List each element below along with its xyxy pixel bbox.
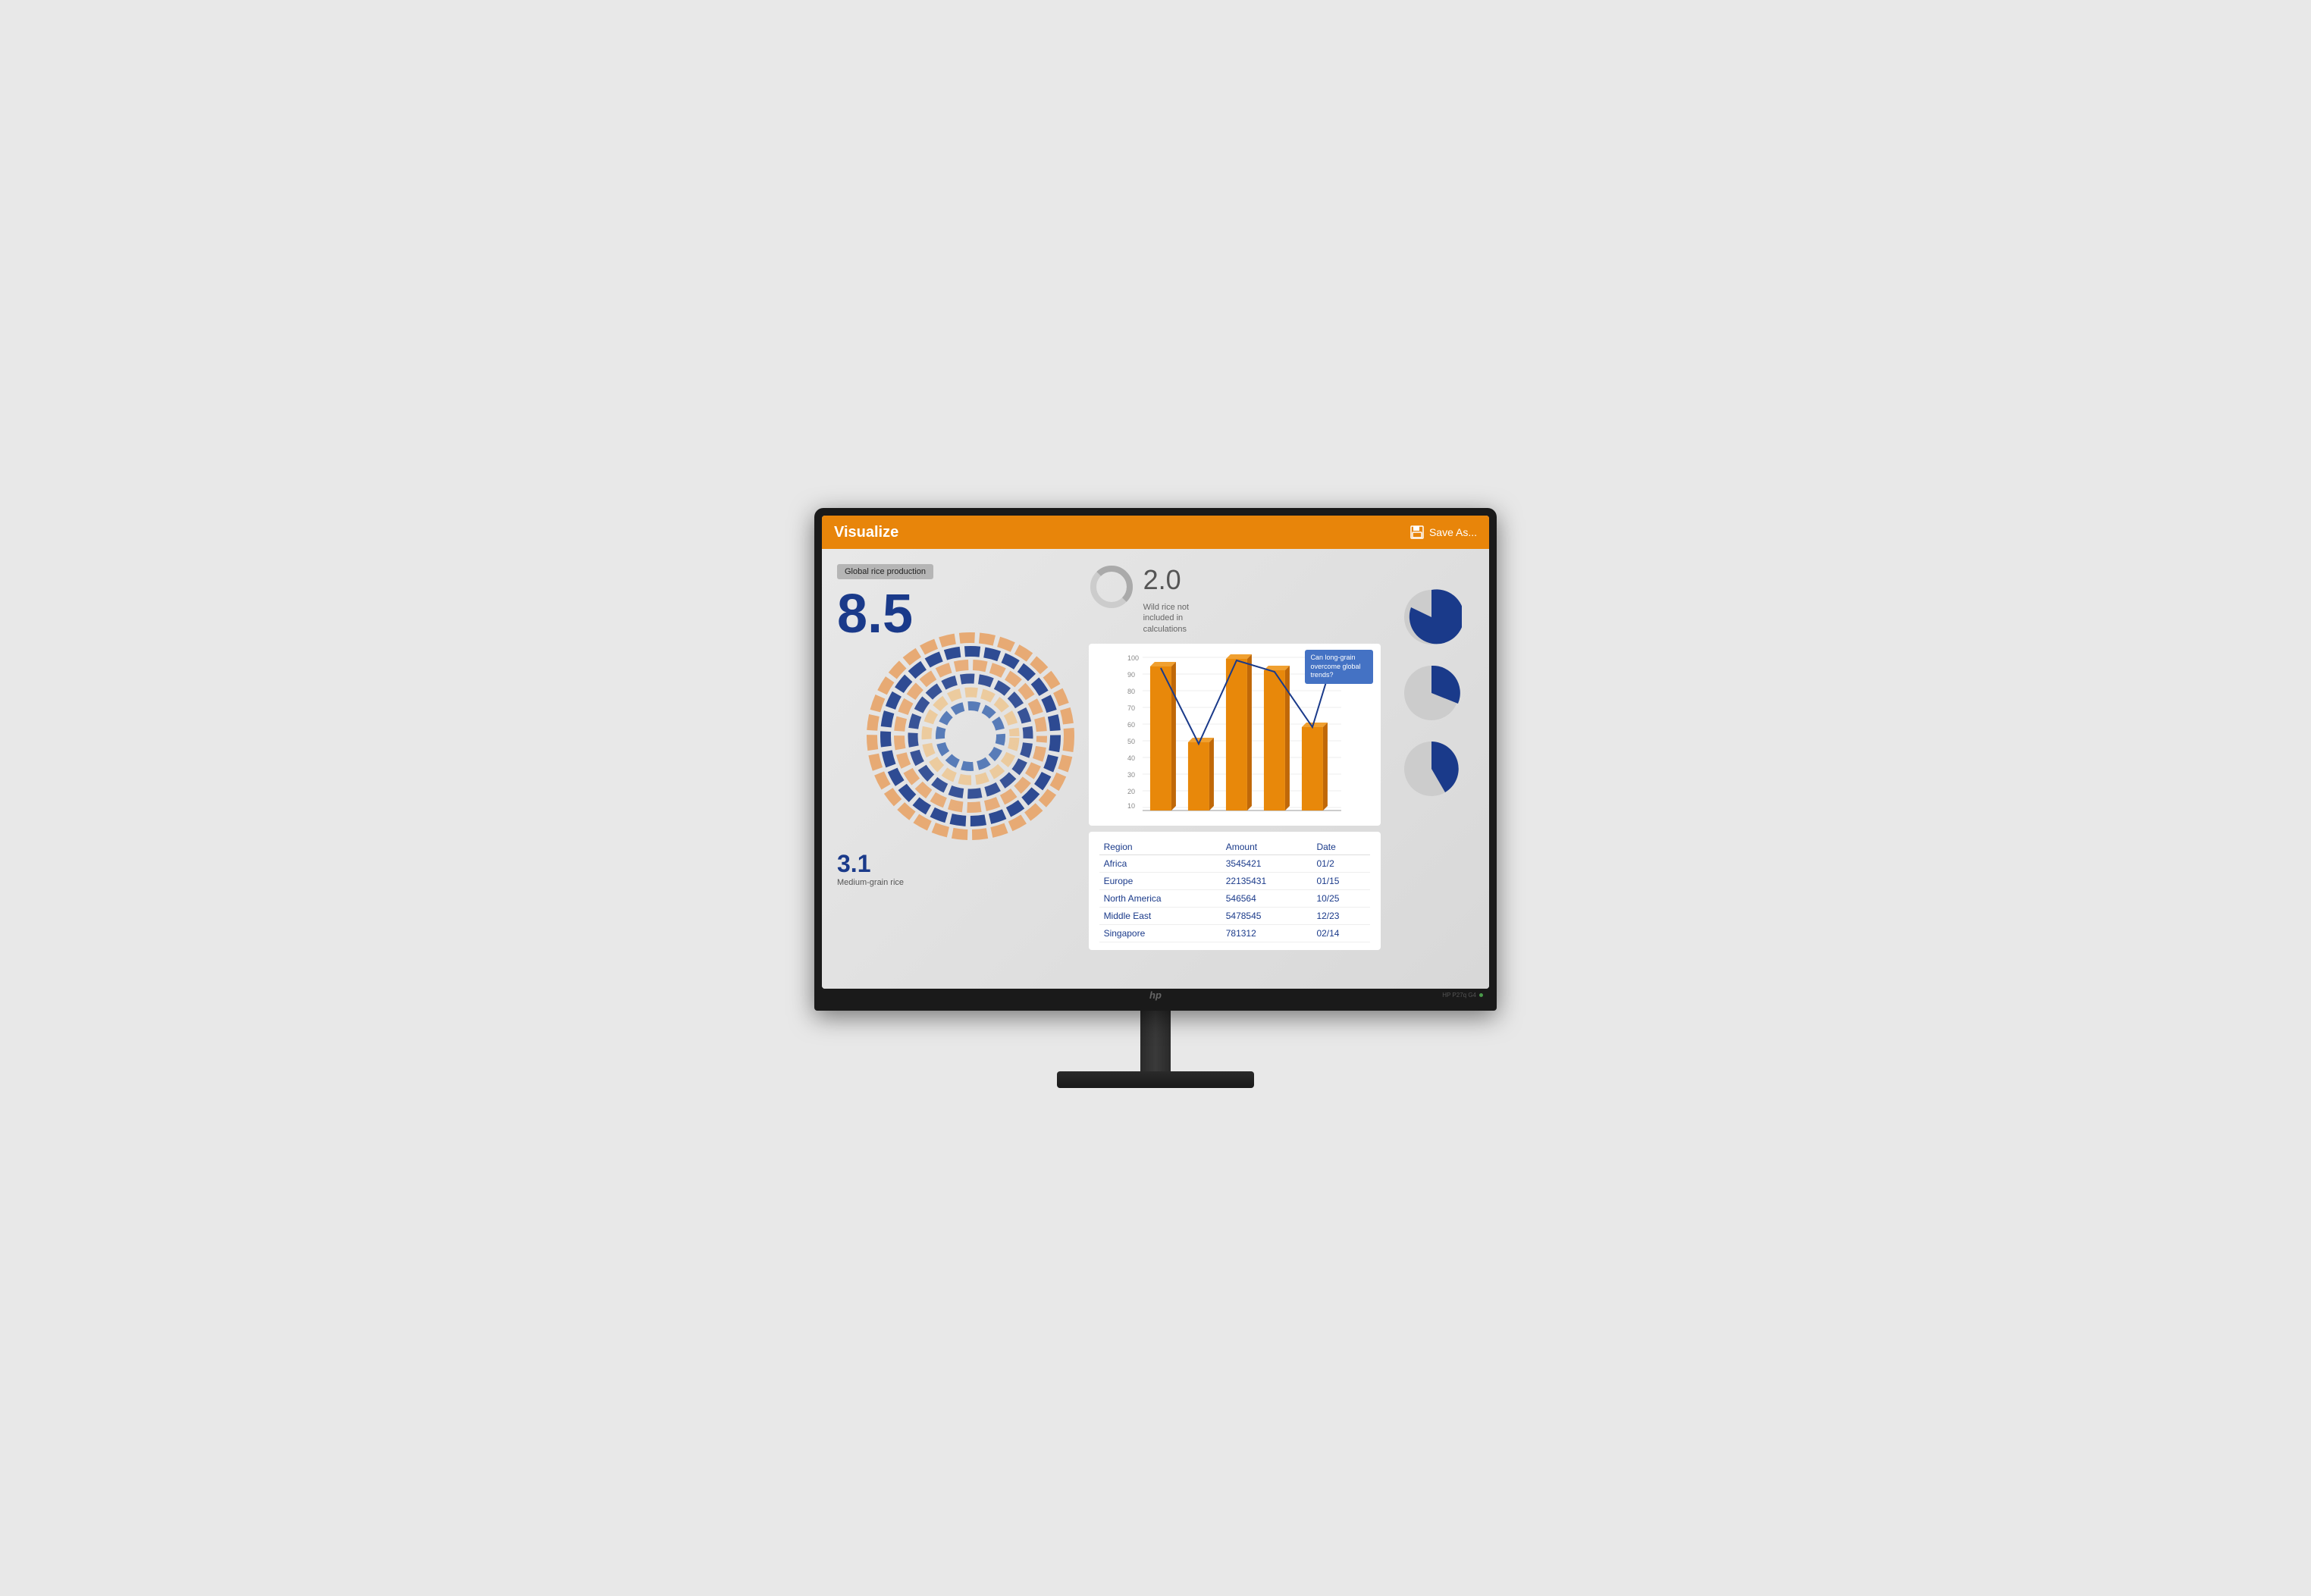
table-row: North America54656410/25 <box>1099 889 1371 907</box>
svg-text:60: 60 <box>1127 721 1135 729</box>
monitor-screen: Visualize Save As... Global rice product… <box>822 516 1489 989</box>
svg-text:80: 80 <box>1127 688 1135 695</box>
table-cell: 22135431 <box>1221 872 1312 889</box>
save-as-label: Save As... <box>1429 526 1477 538</box>
app-title: Visualize <box>834 524 898 541</box>
monitor-neck <box>1140 1011 1171 1071</box>
table-cell: Middle East <box>1099 907 1221 924</box>
svg-text:70: 70 <box>1127 704 1135 712</box>
monitor-base <box>1057 1071 1254 1088</box>
small-value: 3.1 <box>837 850 1081 878</box>
svg-text:10: 10 <box>1127 802 1135 810</box>
callout-box: Can long-grain overcome global trends? <box>1305 650 1373 684</box>
table-row: Europe2213543101/15 <box>1099 872 1371 889</box>
chart-title-badge: Global rice production <box>837 564 933 579</box>
table-cell: 02/14 <box>1312 924 1370 942</box>
table-cell: Africa <box>1099 854 1221 872</box>
table-cell: 01/2 <box>1312 854 1370 872</box>
col-amount: Amount <box>1221 839 1312 855</box>
left-section: Global rice production 8.5 <box>837 564 1081 974</box>
hp-logo: hp <box>1149 989 1162 1001</box>
pie-chart-1 <box>1401 587 1462 647</box>
table-cell: 781312 <box>1221 924 1312 942</box>
table-cell: Singapore <box>1099 924 1221 942</box>
table-cell: Europe <box>1099 872 1221 889</box>
monitor-bottom-bar: hp HP P27q G4 <box>822 989 1489 1002</box>
table-cell: 546564 <box>1221 889 1312 907</box>
data-table: Region Amount Date Africa354542101/2Euro… <box>1089 832 1381 950</box>
table-cell: 10/25 <box>1312 889 1370 907</box>
kpi-row: 2.0 Wild rice not included in calculatio… <box>1089 564 1381 635</box>
table-cell: 3545421 <box>1221 854 1312 872</box>
kpi-donut <box>1089 564 1134 610</box>
table-cell: North America <box>1099 889 1221 907</box>
pie-chart-2 <box>1401 663 1462 723</box>
save-as-button[interactable]: Save As... <box>1409 525 1477 540</box>
pie-chart-3 <box>1401 738 1462 799</box>
table-row: Middle East547854512/23 <box>1099 907 1371 924</box>
svg-text:40: 40 <box>1127 754 1135 762</box>
dashboard: Global rice production 8.5 <box>822 549 1489 989</box>
table-cell: 5478545 <box>1221 907 1312 924</box>
svg-text:20: 20 <box>1127 788 1135 795</box>
monitor-wrapper: Visualize Save As... Global rice product… <box>814 508 1497 1088</box>
col-region: Region <box>1099 839 1221 855</box>
svg-text:50: 50 <box>1127 738 1135 745</box>
col-date: Date <box>1312 839 1370 855</box>
app-header: Visualize Save As... <box>822 516 1489 549</box>
save-icon <box>1409 525 1425 540</box>
svg-text:90: 90 <box>1127 671 1135 679</box>
monitor-bezel: Visualize Save As... Global rice product… <box>814 508 1497 1011</box>
svg-text:100: 100 <box>1127 654 1139 662</box>
middle-section: 2.0 Wild rice not included in calculatio… <box>1089 564 1381 974</box>
radial-chart <box>860 630 1081 842</box>
table-cell: 01/15 <box>1312 872 1370 889</box>
power-led <box>1479 993 1483 997</box>
right-section <box>1388 564 1474 974</box>
svg-text:30: 30 <box>1127 771 1135 779</box>
small-value-label: Medium-grain rice <box>837 878 1081 887</box>
table-row: Africa354542101/2 <box>1099 854 1371 872</box>
table-cell: 12/23 <box>1312 907 1370 924</box>
bar-chart-area: Can long-grain overcome global trends? 1… <box>1089 644 1381 826</box>
kpi-description: Wild rice not included in calculations <box>1143 602 1219 635</box>
kpi-value: 2.0 <box>1143 564 1219 596</box>
model-text: HP P27q G4 <box>1442 992 1476 999</box>
table-row: Singapore78131202/14 <box>1099 924 1371 942</box>
